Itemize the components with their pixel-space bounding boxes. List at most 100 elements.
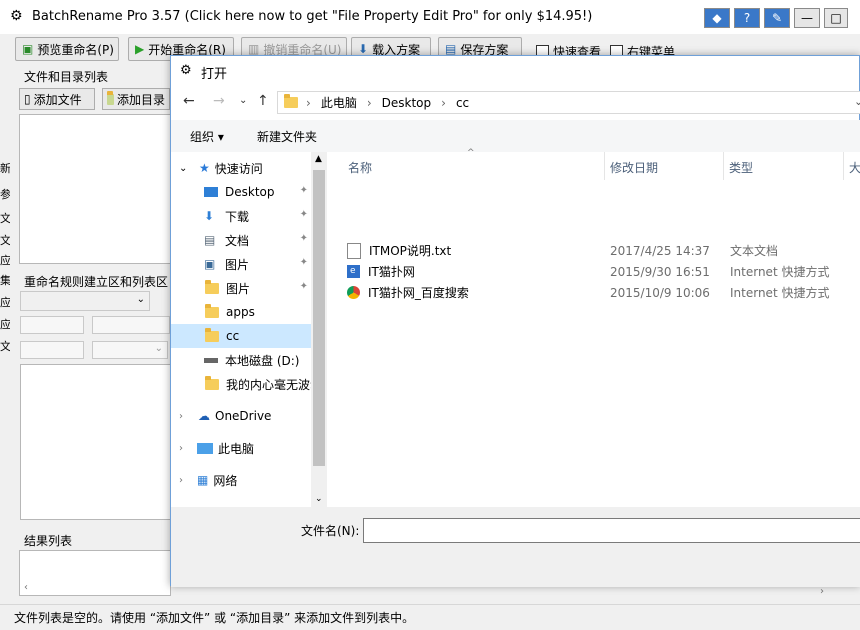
folder-icon bbox=[205, 303, 219, 318]
tree-item-pictures-folder[interactable]: 图片 ✦ bbox=[171, 276, 311, 300]
add-directory-button[interactable]: 添加目录 bbox=[102, 88, 170, 110]
filename-input[interactable] bbox=[363, 518, 860, 543]
back-arrow-icon[interactable]: ← bbox=[183, 93, 195, 109]
folder-icon bbox=[284, 94, 298, 108]
dialog-title: 打开 bbox=[201, 67, 228, 82]
preview-rename-button[interactable]: ▣ 预览重命名(P) bbox=[15, 37, 119, 61]
expand-chevron-icon: › bbox=[179, 474, 183, 486]
network-icon: ▦ bbox=[197, 473, 209, 487]
tree-network[interactable]: › ▦ 网络 bbox=[171, 468, 311, 492]
files-group-label: 文件和目录列表 bbox=[24, 70, 109, 84]
folder-icon bbox=[205, 375, 219, 390]
open-file-dialog: ⚙ 打开 ← → ⌄ ↑ › 此电脑 › Desktop › cc ⌄ 组织 ▾… bbox=[170, 55, 860, 587]
file-list: ^ 名称 修改日期 类型 大 ITMOP说明.txt 2017/4/25 14:… bbox=[329, 148, 860, 507]
left-edge-letter: 应 bbox=[0, 254, 10, 267]
forward-arrow-icon[interactable]: → bbox=[213, 93, 225, 109]
left-edge-letter: 应 bbox=[0, 296, 10, 309]
column-divider bbox=[723, 152, 724, 180]
results-scroll-right[interactable]: › bbox=[820, 586, 824, 597]
tools-button[interactable]: ✎ bbox=[764, 8, 790, 28]
pin-icon[interactable]: ✦ bbox=[300, 185, 308, 196]
breadcrumb-desktop[interactable]: Desktop bbox=[382, 96, 432, 110]
breadcrumb-separator: › bbox=[441, 95, 446, 110]
tree-item-desktop[interactable]: Desktop ✦ bbox=[171, 180, 311, 204]
left-edge-letter: 参 bbox=[0, 188, 10, 201]
file-row[interactable]: e IT猫扑网 2015/9/30 16:51 Internet 快捷方式 bbox=[347, 261, 857, 282]
folder-icon bbox=[205, 327, 219, 342]
help-button[interactable]: ? bbox=[734, 8, 760, 28]
left-edge-letter: 文 bbox=[0, 340, 10, 353]
column-header-type[interactable]: 类型 bbox=[729, 155, 839, 179]
load-icon: ⬇ bbox=[358, 42, 369, 56]
breadcrumb-this-pc[interactable]: 此电脑 bbox=[321, 94, 357, 111]
shield-help-icon[interactable]: ◆ bbox=[704, 8, 730, 28]
column-header-date[interactable]: 修改日期 bbox=[610, 155, 722, 179]
column-divider bbox=[604, 152, 605, 180]
rules-list-panel[interactable] bbox=[20, 364, 171, 520]
rule-param-1[interactable] bbox=[20, 316, 84, 334]
left-edge-letter: 应 bbox=[0, 318, 10, 331]
chevron-down-icon: ⌄ bbox=[154, 343, 163, 354]
folder-icon bbox=[205, 279, 219, 294]
scrollbar-thumb[interactable] bbox=[313, 170, 325, 466]
organize-menu[interactable]: 组织 ▾ bbox=[190, 128, 224, 145]
cloud-icon: ☁ bbox=[198, 409, 210, 423]
pin-icon[interactable]: ✦ bbox=[300, 281, 308, 292]
tree-item-pictures[interactable]: ▣ 图片 ✦ bbox=[171, 252, 311, 276]
rule-param-2[interactable] bbox=[92, 316, 170, 334]
recent-chevron-icon[interactable]: ⌄ bbox=[239, 95, 247, 106]
tree-item-downloads[interactable]: ⬇ 下载 ✦ bbox=[171, 204, 311, 228]
add-file-button[interactable]: ▯ 添加文件 bbox=[19, 88, 95, 110]
app-title-link[interactable]: BatchRename Pro 3.57 (Click here now to … bbox=[32, 9, 592, 24]
tree-item-apps[interactable]: apps bbox=[171, 300, 311, 324]
picture-icon: ▣ bbox=[204, 257, 216, 271]
column-header-name[interactable]: 名称 bbox=[348, 155, 603, 179]
rule-type-select[interactable]: ⌄ bbox=[20, 291, 150, 311]
title-bar[interactable]: ⚙ BatchRename Pro 3.57 (Click here now t… bbox=[0, 0, 860, 34]
left-edge-labels: 新 参 文 文 应 集 应 应 文 bbox=[0, 160, 10, 360]
breadcrumb-separator: › bbox=[366, 95, 372, 110]
minimize-button[interactable]: — bbox=[794, 8, 820, 28]
dialog-app-icon: ⚙ bbox=[180, 63, 192, 78]
file-row[interactable]: IT猫扑网_百度搜索 2015/10/9 10:06 Internet 快捷方式 bbox=[347, 282, 857, 303]
drive-icon bbox=[204, 357, 218, 363]
play-icon: ▶ bbox=[135, 42, 145, 56]
pin-icon[interactable]: ✦ bbox=[300, 209, 308, 220]
rule-param-select[interactable]: ⌄ bbox=[92, 341, 168, 359]
scroll-up-icon[interactable]: ▲ bbox=[315, 154, 322, 164]
up-arrow-icon[interactable]: ↑ bbox=[257, 93, 269, 109]
folder-icon bbox=[107, 90, 114, 105]
breadcrumb-cc[interactable]: cc bbox=[456, 96, 469, 110]
save-icon: ▤ bbox=[445, 42, 457, 56]
preview-icon: ▣ bbox=[22, 42, 34, 56]
address-dropdown-icon[interactable]: ⌄ bbox=[854, 95, 860, 108]
desktop-icon bbox=[204, 187, 218, 197]
column-header-size[interactable]: 大 bbox=[849, 155, 860, 179]
dialog-title-bar[interactable]: ⚙ 打开 bbox=[171, 56, 860, 86]
tree-this-pc[interactable]: › 此电脑 bbox=[171, 436, 311, 460]
new-folder-button[interactable]: 新建文件夹 bbox=[257, 128, 317, 145]
left-edge-letter: 新 bbox=[0, 162, 10, 175]
results-list-panel[interactable]: ‹ bbox=[19, 550, 171, 596]
pin-icon[interactable]: ✦ bbox=[300, 233, 308, 244]
left-edge-letter: 文 bbox=[0, 212, 10, 225]
rule-param-3[interactable] bbox=[20, 341, 84, 359]
chevron-down-icon: ⌄ bbox=[136, 294, 145, 305]
tree-item-documents[interactable]: ▤ 文档 ✦ bbox=[171, 228, 311, 252]
app-logo-icon: ⚙ bbox=[10, 8, 23, 24]
tree-item-cc[interactable]: cc bbox=[171, 324, 311, 348]
maximize-button[interactable]: □ bbox=[824, 8, 848, 28]
pin-icon[interactable]: ✦ bbox=[300, 257, 308, 268]
tree-item-local-disk-d[interactable]: 本地磁盘 (D:) bbox=[171, 348, 311, 372]
tree-quick-access[interactable]: ⌄ ★ 快速访问 bbox=[171, 156, 311, 180]
file-list-panel[interactable] bbox=[19, 114, 171, 264]
expand-chevron-icon: › bbox=[179, 410, 183, 422]
file-row[interactable]: ITMOP说明.txt 2017/4/25 14:37 文本文档 bbox=[347, 240, 857, 261]
scroll-left-icon[interactable]: ‹ bbox=[24, 582, 28, 593]
nav-pane-scrollbar[interactable]: ▲ ⌄ bbox=[311, 152, 327, 507]
address-bar[interactable]: › 此电脑 › Desktop › cc ⌄ bbox=[277, 91, 860, 114]
tree-item-folder-long[interactable]: 我的内心毫无波动 bbox=[171, 372, 311, 396]
scroll-down-icon[interactable]: ⌄ bbox=[315, 494, 323, 504]
undo-icon: ▥ bbox=[248, 42, 260, 56]
tree-onedrive[interactable]: › ☁ OneDrive bbox=[171, 404, 311, 428]
